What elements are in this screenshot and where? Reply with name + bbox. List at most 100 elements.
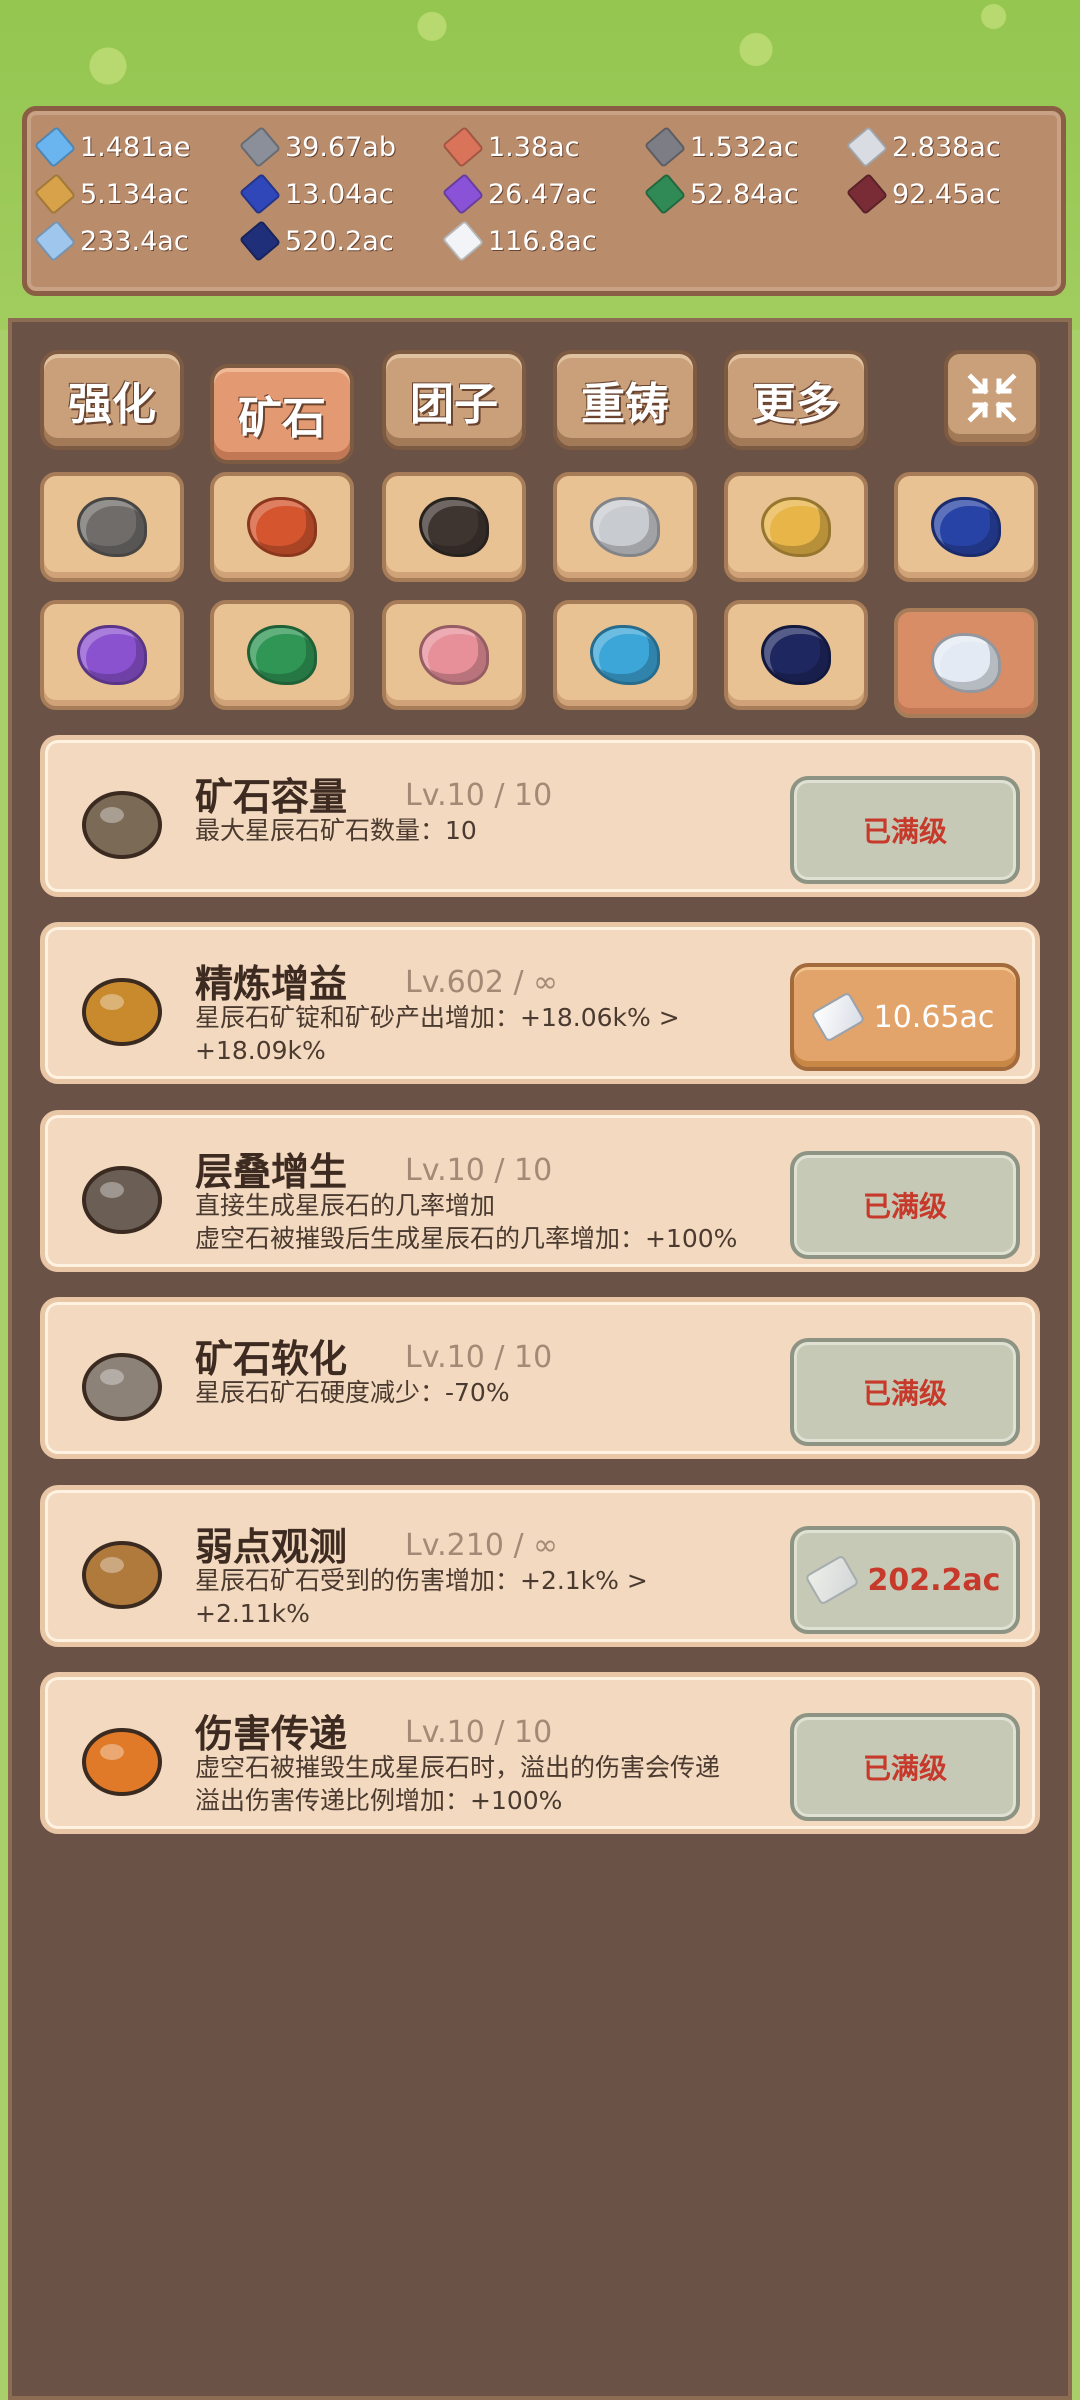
resource-gem-icon bbox=[238, 219, 282, 263]
collapse-button[interactable] bbox=[944, 350, 1040, 446]
resource-item: 92.45ac bbox=[845, 172, 1001, 216]
magnifier-icon bbox=[67, 1520, 177, 1620]
upgrade-title: 矿石软化 bbox=[195, 1337, 348, 1381]
button-label: 已满级 bbox=[862, 815, 947, 848]
aqua-ore-icon bbox=[590, 625, 660, 685]
ore-slot-rose-ore[interactable] bbox=[382, 600, 526, 710]
resource-item: 52.84ac bbox=[643, 172, 799, 216]
ore-slot-silver-ore[interactable] bbox=[553, 472, 697, 582]
ore-slot-red-ore[interactable] bbox=[210, 472, 354, 582]
upgrade-description: 最大星辰石矿石数量：10 bbox=[195, 816, 477, 845]
ore-slot-amethyst-ore[interactable] bbox=[40, 600, 184, 710]
resource-value: 520.2ac bbox=[285, 225, 394, 257]
button-label: 已满级 bbox=[862, 1752, 947, 1785]
ore-slot-emerald-ore[interactable] bbox=[210, 600, 354, 710]
upgrade-description: 星辰石矿石受到的伤害增加：+2.1k% > bbox=[195, 1566, 648, 1595]
resource-value: 116.8ac bbox=[488, 225, 597, 257]
upgrade-description-line2: 虚空石被摧毁后生成星辰石的几率增加：+100% bbox=[195, 1224, 738, 1253]
upgrade-description: 星辰石矿锭和矿砂产出增加：+18.06k% > bbox=[195, 1003, 680, 1032]
night-ore-icon bbox=[761, 625, 831, 685]
upgrade-title: 层叠增生 bbox=[195, 1150, 348, 1194]
resource-item: 1.532ac bbox=[643, 125, 799, 169]
ore-slot-aqua-ore[interactable] bbox=[553, 600, 697, 710]
ore-slot-dark-ore[interactable] bbox=[382, 472, 526, 582]
resource-gem-icon bbox=[441, 172, 485, 216]
upgrade-level: Lv.10 / 10 bbox=[405, 1153, 553, 1188]
resource-item: 39.67ab bbox=[238, 125, 396, 169]
ore-slot-lapis-ore[interactable] bbox=[894, 472, 1038, 582]
resource-value: 5.134ac bbox=[80, 178, 189, 210]
maxed-button[interactable]: 已满级 bbox=[790, 1151, 1020, 1259]
upgrade-card: 层叠增生 Lv.10 / 10 直接生成星辰石的几率增加虚空石被摧毁后生成星辰石的几… bbox=[40, 1110, 1040, 1272]
upgrade-title: 精炼增益 bbox=[195, 962, 348, 1006]
resource-gem-icon bbox=[845, 172, 889, 216]
gold-ore-icon bbox=[761, 497, 831, 557]
tab-more[interactable]: 更多 bbox=[724, 350, 868, 450]
button-label: 202.2ac bbox=[867, 1562, 1001, 1598]
upgrade-description: 虚空石被摧毁生成星辰石时，溢出的伤害会传递 bbox=[195, 1753, 721, 1782]
resource-value: 1.38ac bbox=[488, 131, 580, 163]
resource-item: 2.838ac bbox=[845, 125, 1001, 169]
dark-ore-icon bbox=[419, 497, 489, 557]
button-label: 已满级 bbox=[862, 1190, 947, 1223]
upgrade-card: 弱点观测 Lv.210 / ∞ 星辰石矿石受到的伤害增加：+2.1k% > +2.11… bbox=[40, 1485, 1040, 1647]
upgrade-description-line2: 溢出伤害传递比例增加：+100% bbox=[195, 1786, 563, 1815]
resource-value: 2.838ac bbox=[892, 131, 1001, 163]
maxed-button[interactable]: 已满级 bbox=[790, 1713, 1020, 1821]
layered-rock-icon bbox=[67, 1145, 177, 1245]
resource-item: 233.4ac bbox=[33, 219, 189, 263]
resource-gem-icon bbox=[238, 125, 282, 169]
ore-slot-gray-stone[interactable] bbox=[40, 472, 184, 582]
resource-gem-icon bbox=[441, 219, 485, 263]
upgrade-title: 弱点观测 bbox=[195, 1525, 348, 1569]
upgrade-level: Lv.10 / 10 bbox=[405, 1715, 553, 1750]
resource-gem-icon bbox=[33, 172, 77, 216]
resource-value: 13.04ac bbox=[285, 178, 394, 210]
tab-ore[interactable]: 矿石 bbox=[210, 364, 354, 464]
resource-value: 1.532ac bbox=[690, 131, 799, 163]
resource-item: 13.04ac bbox=[238, 172, 394, 216]
upgrade-level: Lv.10 / 10 bbox=[405, 778, 553, 813]
ore-slot-gold-ore[interactable] bbox=[724, 472, 868, 582]
furnace-icon bbox=[67, 957, 177, 1057]
upgrade-card: 伤害传递 Lv.10 / 10 虚空石被摧毁生成星辰石时，溢出的伤害会传递 溢出伤害传… bbox=[40, 1672, 1040, 1834]
button-label: 10.65ac bbox=[873, 999, 995, 1035]
maxed-button[interactable]: 已满级 bbox=[790, 1338, 1020, 1446]
upgrade-level: Lv.210 / ∞ bbox=[405, 1528, 559, 1563]
tab-enhance[interactable]: 强化 bbox=[40, 350, 184, 450]
rose-ore-icon bbox=[419, 625, 489, 685]
upgrade-card: 矿石容量 Lv.10 / 10 最大星辰石矿石数量：10 已满级 bbox=[40, 735, 1040, 897]
resource-value: 26.47ac bbox=[488, 178, 597, 210]
resource-value: 92.45ac bbox=[892, 178, 1001, 210]
upgrade-title: 伤害传递 bbox=[195, 1712, 348, 1756]
soft-rock-icon bbox=[67, 1332, 177, 1432]
upgrade-buy-button[interactable]: 202.2ac bbox=[790, 1526, 1020, 1634]
ore-slot-star-ore[interactable] bbox=[894, 608, 1038, 718]
resource-value: 39.67ab bbox=[285, 131, 396, 163]
upgrade-buy-button[interactable]: 10.65ac bbox=[790, 963, 1020, 1071]
resource-gem-icon bbox=[238, 172, 282, 216]
emerald-ore-icon bbox=[247, 625, 317, 685]
resource-gem-icon bbox=[845, 125, 889, 169]
tab-reforge[interactable]: 重铸 bbox=[553, 350, 697, 450]
resource-value: 52.84ac bbox=[690, 178, 799, 210]
resource-item: 116.8ac bbox=[441, 219, 597, 263]
maxed-button[interactable]: 已满级 bbox=[790, 776, 1020, 884]
resource-item: 1.481ae bbox=[33, 125, 191, 169]
resource-value: 233.4ac bbox=[80, 225, 189, 257]
explosion-rock-icon bbox=[67, 1707, 177, 1807]
upgrade-description: 星辰石矿石硬度减少：-70% bbox=[195, 1378, 510, 1407]
star-crystal-icon bbox=[810, 991, 866, 1043]
upgrade-level: Lv.602 / ∞ bbox=[405, 965, 559, 1000]
upgrade-description: 直接生成星辰石的几率增加 bbox=[195, 1191, 496, 1220]
button-label: 已满级 bbox=[862, 1377, 947, 1410]
tab-dango[interactable]: 团子 bbox=[382, 350, 526, 450]
ore-cluster-icon bbox=[67, 770, 177, 870]
ore-slot-night-ore[interactable] bbox=[724, 600, 868, 710]
resource-item: 520.2ac bbox=[238, 219, 394, 263]
upgrade-level: Lv.10 / 10 bbox=[405, 1340, 553, 1375]
resource-item: 5.134ac bbox=[33, 172, 189, 216]
resource-value: 1.481ae bbox=[80, 131, 191, 163]
upgrade-card: 矿石软化 Lv.10 / 10 星辰石矿石硬度减少：-70% 已满级 bbox=[40, 1297, 1040, 1459]
resource-gem-icon bbox=[643, 125, 687, 169]
